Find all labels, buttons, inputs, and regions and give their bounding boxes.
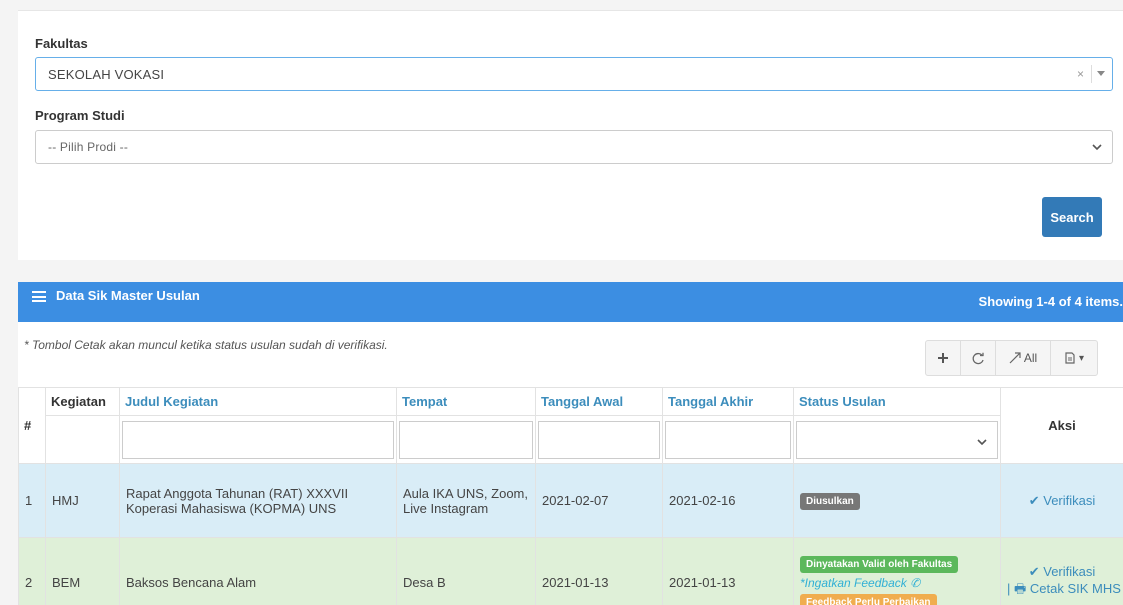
cell-judul: Baksos Bencana Alam [119, 537, 397, 605]
cell-kegiatan: HMJ [45, 463, 120, 538]
cell-judul: Rapat Anggota Tahunan (RAT) XXXVII Koper… [119, 463, 397, 538]
cell-tanggal-awal: 2021-01-13 [535, 537, 663, 605]
refresh-icon [972, 352, 984, 364]
col-judul[interactable]: Judul Kegiatan [119, 387, 397, 416]
filter-cell-tanggal-awal [535, 415, 663, 464]
filter-cell-tanggal-akhir [662, 415, 794, 464]
export-button[interactable]: ▾ [1051, 341, 1097, 375]
cell-tanggal-awal: 2021-02-07 [535, 463, 663, 538]
grid-summary: Showing 1-4 of 4 items. [978, 294, 1123, 309]
verifikasi-link[interactable]: ✔ Verifikasi [1029, 493, 1096, 508]
col-tempat[interactable]: Tempat [396, 387, 536, 416]
filter-cell-judul [119, 415, 397, 464]
chevron-down-icon [1092, 144, 1102, 151]
cell-kegiatan: BEM [45, 537, 120, 605]
print-note: * Tombol Cetak akan muncul ketika status… [24, 338, 388, 352]
fakultas-select-value: SEKOLAH VOKASI [48, 67, 165, 82]
filter-status-select[interactable] [796, 420, 998, 459]
status-badge: Dinyatakan Valid oleh Fakultas [800, 555, 959, 573]
status-badge: Diusulkan [800, 492, 860, 510]
col-tanggal-akhir-link[interactable]: Tanggal Akhir [668, 394, 753, 409]
filter-cell-tempat [396, 415, 536, 464]
fakultas-select[interactable]: SEKOLAH VOKASI × [35, 57, 1113, 91]
expand-icon [1009, 352, 1021, 364]
cell-tanggal-akhir: 2021-02-16 [662, 463, 794, 538]
cell-status: Dinyatakan Valid oleh Fakultas *Ingatkan… [793, 537, 1001, 605]
show-all-label: All [1023, 351, 1038, 365]
col-kegiatan: Kegiatan [45, 387, 120, 416]
prodi-label: Program Studi [35, 108, 125, 123]
select-separator [1091, 65, 1092, 83]
col-aksi: Aksi [1000, 387, 1123, 464]
cell-no: 1 [18, 463, 46, 538]
filter-tempat-input[interactable] [399, 420, 533, 459]
grid-panel: Data Sik Master Usulan Showing 1-4 of 4 … [18, 282, 1123, 605]
cell-no: 2 [18, 537, 46, 605]
table-row: 2 BEM Baksos Bencana Alam Desa B 2021-01… [18, 537, 1123, 605]
col-tanggal-akhir[interactable]: Tanggal Akhir [662, 387, 794, 416]
col-judul-link[interactable]: Judul Kegiatan [125, 394, 218, 409]
table-filter-row [19, 415, 1123, 464]
cell-aksi: ✔ Verifikasi [1000, 463, 1123, 538]
cell-status: Diusulkan [793, 463, 1001, 538]
search-button[interactable]: Search [1042, 197, 1102, 237]
filter-panel: Fakultas SEKOLAH VOKASI × Program Studi … [18, 10, 1123, 260]
filter-tanggal-akhir-input[interactable] [665, 420, 791, 459]
show-all-button[interactable]: All [996, 341, 1051, 375]
add-button[interactable] [926, 341, 961, 375]
list-icon [32, 291, 46, 302]
chevron-down-icon [977, 438, 987, 445]
verifikasi-link[interactable]: ✔ Verifikasi [1007, 564, 1117, 580]
table-row: 1 HMJ Rapat Anggota Tahunan (RAT) XXXVII… [18, 463, 1123, 538]
col-tempat-link[interactable]: Tempat [402, 394, 447, 409]
col-status[interactable]: Status Usulan [793, 387, 1001, 416]
export-caret: ▾ [1078, 352, 1085, 364]
cetak-sik-link[interactable]: | 🖶 Cetak SIK MHS [1007, 580, 1121, 602]
export-icon [1065, 352, 1075, 364]
prodi-select-value: -- Pilih Prodi -- [48, 140, 129, 154]
filter-tanggal-awal-input[interactable] [538, 420, 660, 459]
grid-toolbar: All ▾ [925, 340, 1098, 376]
col-tanggal-awal-link[interactable]: Tanggal Awal [541, 394, 623, 409]
filter-cell-kegiatan [45, 415, 120, 464]
cell-tempat: Aula IKA UNS, Zoom, Live Instagram [396, 463, 536, 538]
feedback-badge: Feedback Perlu Perbaikan [800, 593, 937, 605]
usulan-table: # Kegiatan Judul Kegiatan Tempat Tanggal… [18, 387, 1123, 605]
col-tanggal-awal[interactable]: Tanggal Awal [535, 387, 663, 416]
filter-cell-status [793, 415, 1001, 464]
fakultas-label: Fakultas [35, 36, 88, 51]
col-no: # [18, 387, 46, 464]
plus-icon [938, 353, 948, 363]
refresh-button[interactable] [961, 341, 996, 375]
filter-judul-input[interactable] [122, 420, 394, 459]
feedback-reminder-link[interactable]: *Ingatkan Feedback ✆ [800, 576, 994, 590]
cell-aksi: ✔ Verifikasi | 🖶 Cetak SIK MHS [1000, 537, 1123, 605]
cell-tempat: Desa B [396, 537, 536, 605]
prodi-select[interactable]: -- Pilih Prodi -- [35, 130, 1113, 164]
table-header-row: # Kegiatan Judul Kegiatan Tempat Tanggal… [18, 387, 1123, 464]
clear-icon[interactable]: × [1077, 67, 1084, 81]
caret-down-icon[interactable] [1097, 71, 1105, 76]
grid-title: Data Sik Master Usulan [56, 288, 200, 303]
grid-header-bar: Data Sik Master Usulan Showing 1-4 of 4 … [18, 282, 1123, 322]
col-status-link[interactable]: Status Usulan [799, 394, 886, 409]
cell-tanggal-akhir: 2021-01-13 [662, 537, 794, 605]
